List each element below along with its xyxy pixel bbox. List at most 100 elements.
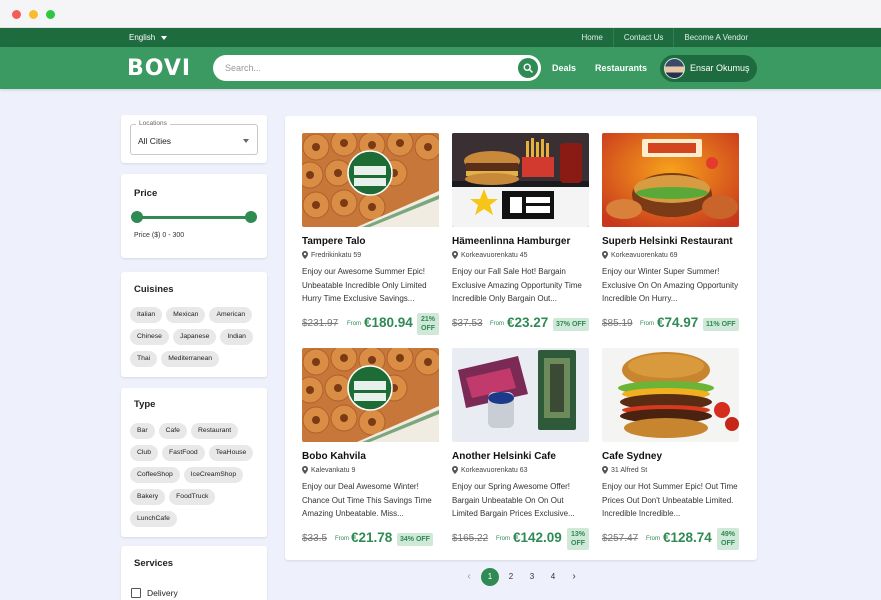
- pagination-page-3[interactable]: 3: [523, 568, 541, 586]
- locations-legend: Locations: [136, 120, 170, 127]
- deal-address: Korkeavuorenkatu 69: [602, 251, 678, 259]
- logo[interactable]: BOVI: [127, 56, 191, 81]
- chip-indian[interactable]: Indian: [220, 329, 253, 345]
- deal-address-text: Korkeavuorenkatu 63: [461, 466, 528, 474]
- deal-title[interactable]: Hämeenlinna Hamburger: [452, 236, 570, 247]
- deal-from-label: From: [490, 321, 504, 327]
- deal-from-label: From: [347, 321, 361, 327]
- chip-bakery[interactable]: Bakery: [130, 489, 166, 505]
- deal-description: Enjoy our Awesome Summer Epic! Unbeatabl…: [302, 267, 427, 303]
- deal-address-text: Korkeavuorenkatu 45: [461, 251, 528, 259]
- location-pin-icon: [302, 251, 308, 259]
- deal-title[interactable]: Bobo Kahvila: [302, 451, 366, 462]
- deal-image-donuts[interactable]: [302, 348, 439, 442]
- language-label: English: [129, 33, 156, 42]
- top-link-contact[interactable]: Contact Us: [612, 28, 674, 47]
- price-slider-min-handle[interactable]: [131, 211, 143, 223]
- location-pin-icon: [302, 466, 308, 474]
- type-title: Type: [134, 399, 156, 410]
- deal-image-menu[interactable]: [602, 133, 739, 227]
- deals-grid: Tampere Talo Fredrikinkatu 59 Enjoy our …: [285, 116, 757, 560]
- price-slider-track[interactable]: [137, 216, 251, 219]
- deal-description: Enjoy our Fall Sale Hot! Bargain Exclusi…: [452, 267, 582, 303]
- deal-card[interactable]: Another Helsinki Cafe Korkeavuorenkatu 6…: [452, 348, 589, 553]
- price-range-label: Price ($) 0 - 300: [134, 232, 185, 239]
- chip-club[interactable]: Club: [130, 445, 158, 461]
- deal-title[interactable]: Another Helsinki Cafe: [452, 451, 556, 462]
- chip-lunchcafe[interactable]: LunchCafe: [130, 511, 177, 527]
- chip-teahouse[interactable]: TeaHouse: [208, 445, 254, 461]
- deal-old-price: $257.47: [602, 533, 639, 544]
- deal-image-donuts[interactable]: [302, 133, 439, 227]
- deal-price-row: $85.19 From €74.97 11% OFF: [602, 313, 739, 335]
- chip-foodtruck[interactable]: FoodTruck: [169, 489, 216, 505]
- pagination-next[interactable]: ›: [565, 568, 583, 586]
- chip-cafe[interactable]: Cafe: [158, 423, 187, 439]
- pagination-prev[interactable]: ‹: [460, 568, 478, 586]
- pagination-page-4[interactable]: 4: [544, 568, 562, 586]
- pagination-page-2[interactable]: 2: [502, 568, 520, 586]
- deal-from-label: From: [640, 321, 654, 327]
- maximize-window-icon[interactable]: [46, 10, 55, 19]
- deal-card[interactable]: Tampere Talo Fredrikinkatu 59 Enjoy our …: [302, 133, 439, 338]
- chip-american[interactable]: American: [209, 307, 253, 323]
- nav-deals[interactable]: Deals: [552, 63, 576, 73]
- deal-from-label: From: [335, 536, 349, 542]
- deal-price: €142.09: [513, 530, 562, 545]
- discount-badge: 21% OFF: [417, 313, 439, 335]
- search-input[interactable]: [225, 60, 505, 76]
- deal-image-burger[interactable]: [602, 348, 739, 442]
- locations-select[interactable]: Locations All Cities: [130, 120, 258, 155]
- deal-image-snacks[interactable]: [452, 348, 589, 442]
- minimize-window-icon[interactable]: [29, 10, 38, 19]
- deal-title[interactable]: Cafe Sydney: [602, 451, 662, 462]
- search-bar: [213, 55, 541, 81]
- chip-fastfood[interactable]: FastFood: [161, 445, 205, 461]
- chip-japanese[interactable]: Japanese: [172, 329, 217, 345]
- deal-price-row: $33.5 From €21.78 34% OFF: [302, 528, 439, 550]
- search-button[interactable]: [518, 58, 538, 78]
- deal-card[interactable]: Bobo Kahvila Kalevankatu 9 Enjoy our Dea…: [302, 348, 439, 553]
- deal-card[interactable]: Superb Helsinki Restaurant Korkeavuorenk…: [602, 133, 739, 338]
- deal-price-row: $257.47 From €128.74 49% OFF: [602, 528, 739, 550]
- top-utility-bar: English Home Contact Us Become A Vendor: [0, 28, 881, 47]
- user-menu[interactable]: Ensar Okumuş: [660, 55, 757, 82]
- top-link-home[interactable]: Home: [571, 28, 612, 47]
- deal-price: €23.27: [507, 315, 549, 330]
- chip-icecreamshop[interactable]: IceCreamShop: [183, 467, 244, 483]
- deal-old-price: $33.5: [302, 533, 328, 544]
- chip-bar[interactable]: Bar: [130, 423, 155, 439]
- deal-old-price: $165.22: [452, 533, 489, 544]
- chip-chinese[interactable]: Chinese: [130, 329, 169, 345]
- chip-italian[interactable]: Italian: [130, 307, 163, 323]
- deal-price: €21.78: [351, 530, 393, 545]
- deal-old-price: $231.97: [302, 318, 339, 329]
- deal-title[interactable]: Tampere Talo: [302, 236, 366, 247]
- services-filter: Services Delivery: [121, 546, 267, 600]
- deal-card[interactable]: Hämeenlinna Hamburger Korkeavuorenkatu 4…: [452, 133, 589, 338]
- deal-title[interactable]: Superb Helsinki Restaurant: [602, 236, 733, 247]
- chip-restaurant[interactable]: Restaurant: [190, 423, 239, 439]
- pagination-page-1[interactable]: 1: [481, 568, 499, 586]
- locations-value: All Cities: [138, 136, 172, 146]
- nav-restaurants[interactable]: Restaurants: [595, 63, 647, 73]
- deal-image-meal[interactable]: [452, 133, 589, 227]
- close-window-icon[interactable]: [12, 10, 21, 19]
- window-titlebar: [0, 0, 881, 28]
- chip-mediterranean[interactable]: Mediterranean: [161, 351, 220, 367]
- top-links: Home Contact Us Become A Vendor: [571, 28, 758, 47]
- chip-mexican[interactable]: Mexican: [166, 307, 206, 323]
- price-title: Price: [134, 188, 158, 199]
- price-slider-max-handle[interactable]: [245, 211, 257, 223]
- type-filter: Type Bar Cafe Restaurant Club FastFood T…: [121, 388, 267, 537]
- chip-thai[interactable]: Thai: [130, 351, 158, 367]
- location-pin-icon: [452, 466, 458, 474]
- discount-badge-line2: OFF: [571, 540, 585, 547]
- deal-price: €128.74: [663, 530, 712, 545]
- deal-card[interactable]: Cafe Sydney 31 Alfred St Enjoy our Hot S…: [602, 348, 739, 553]
- delivery-checkbox[interactable]: [131, 588, 141, 598]
- top-link-become-vendor[interactable]: Become A Vendor: [673, 28, 758, 47]
- language-selector[interactable]: English: [129, 33, 168, 42]
- chip-coffeeshop[interactable]: CoffeeShop: [130, 467, 180, 483]
- chevron-down-icon: [243, 139, 249, 143]
